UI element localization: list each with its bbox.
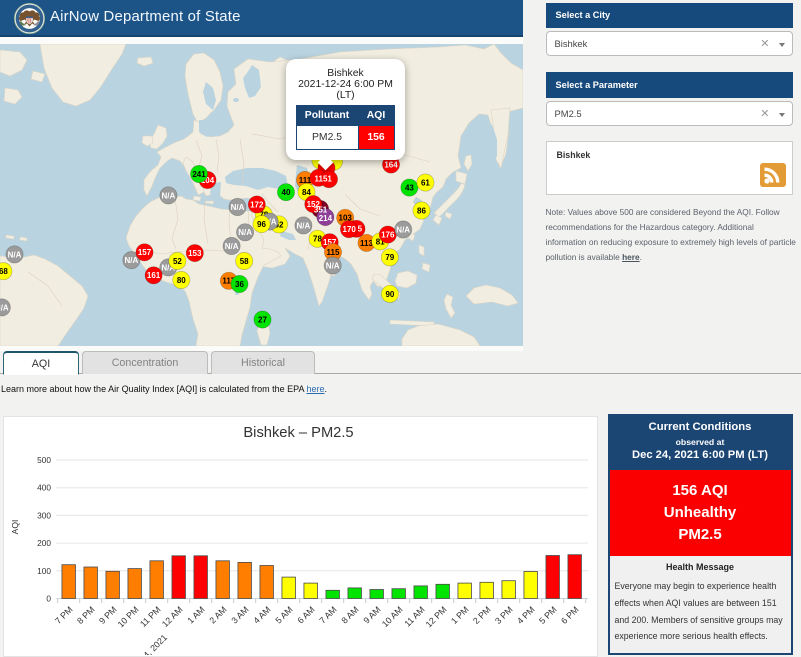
svg-text:153: 153 [188, 249, 202, 258]
svg-text:157: 157 [138, 248, 152, 257]
svg-text:27: 27 [258, 316, 267, 325]
svg-text:80: 80 [177, 276, 186, 285]
svg-text:400: 400 [37, 482, 51, 492]
svg-text:200: 200 [37, 538, 51, 548]
svg-text:300: 300 [37, 510, 51, 520]
svg-text:170: 170 [343, 225, 357, 234]
svg-text:0: 0 [46, 593, 51, 603]
svg-text:176: 176 [381, 231, 395, 240]
svg-text:N/A: N/A [297, 221, 311, 230]
svg-text:N/A: N/A [8, 250, 22, 259]
svg-text:N/A: N/A [326, 261, 340, 270]
svg-text:5 AM: 5 AM [273, 604, 294, 625]
svg-text:68: 68 [0, 267, 8, 276]
svg-text:6 AM: 6 AM [295, 604, 316, 625]
svg-text:500: 500 [37, 455, 51, 465]
svg-text:3 AM: 3 AM [229, 604, 250, 625]
svg-text:90: 90 [385, 290, 394, 299]
svg-text:115: 115 [327, 248, 340, 257]
svg-text:N/A: N/A [125, 256, 139, 265]
svg-text:79: 79 [385, 253, 394, 262]
svg-text:84: 84 [302, 188, 311, 197]
svg-text:N/A: N/A [231, 203, 245, 212]
svg-text:N/A: N/A [225, 242, 239, 251]
svg-text:N/A: N/A [0, 303, 9, 312]
svg-text:43: 43 [405, 184, 414, 193]
svg-text:10 PM: 10 PM [116, 604, 141, 629]
svg-text:N/A: N/A [396, 225, 410, 234]
svg-text:36: 36 [235, 280, 244, 289]
svg-text:241: 241 [192, 170, 206, 179]
svg-text:2 AM: 2 AM [207, 604, 228, 625]
svg-text:11 PM: 11 PM [138, 604, 163, 629]
svg-text:40: 40 [282, 188, 291, 197]
svg-text:164: 164 [384, 160, 398, 169]
svg-text:7 PM: 7 PM [53, 604, 75, 626]
svg-text:1151: 1151 [315, 175, 333, 184]
svg-text:4 AM: 4 AM [251, 604, 272, 625]
svg-text:161: 161 [147, 271, 161, 280]
svg-text:8 PM: 8 PM [75, 604, 97, 626]
svg-text:N/A: N/A [238, 228, 252, 237]
svg-text:8 AM: 8 AM [339, 604, 360, 625]
svg-text:N/A: N/A [162, 191, 176, 200]
svg-text:11 AM: 11 AM [402, 604, 426, 628]
svg-text:52: 52 [173, 257, 182, 266]
svg-text:12 AM: 12 AM [160, 604, 185, 629]
svg-text:5 PM: 5 PM [537, 604, 559, 626]
svg-text:7 AM: 7 AM [317, 604, 338, 625]
svg-text:3 PM: 3 PM [493, 604, 515, 626]
svg-text:AQI: AQI [10, 519, 20, 534]
svg-text:6 PM: 6 PM [559, 604, 581, 626]
svg-text:5: 5 [358, 225, 363, 234]
svg-text:10 AM: 10 AM [380, 604, 405, 629]
svg-text:2 PM: 2 PM [471, 604, 493, 626]
svg-text:58: 58 [240, 257, 249, 266]
svg-text:214: 214 [319, 214, 333, 223]
svg-text:Dec 24, 2021: Dec 24, 2021 [125, 632, 169, 655]
svg-text:12 PM: 12 PM [424, 604, 449, 629]
svg-text:172: 172 [250, 200, 264, 209]
svg-text:100: 100 [37, 565, 51, 575]
svg-text:1 PM: 1 PM [449, 604, 471, 626]
svg-text:1 AM: 1 AM [185, 604, 206, 625]
svg-text:61: 61 [421, 179, 430, 188]
svg-text:86: 86 [417, 206, 426, 215]
svg-text:4 PM: 4 PM [515, 604, 537, 626]
svg-text:96: 96 [257, 220, 266, 229]
